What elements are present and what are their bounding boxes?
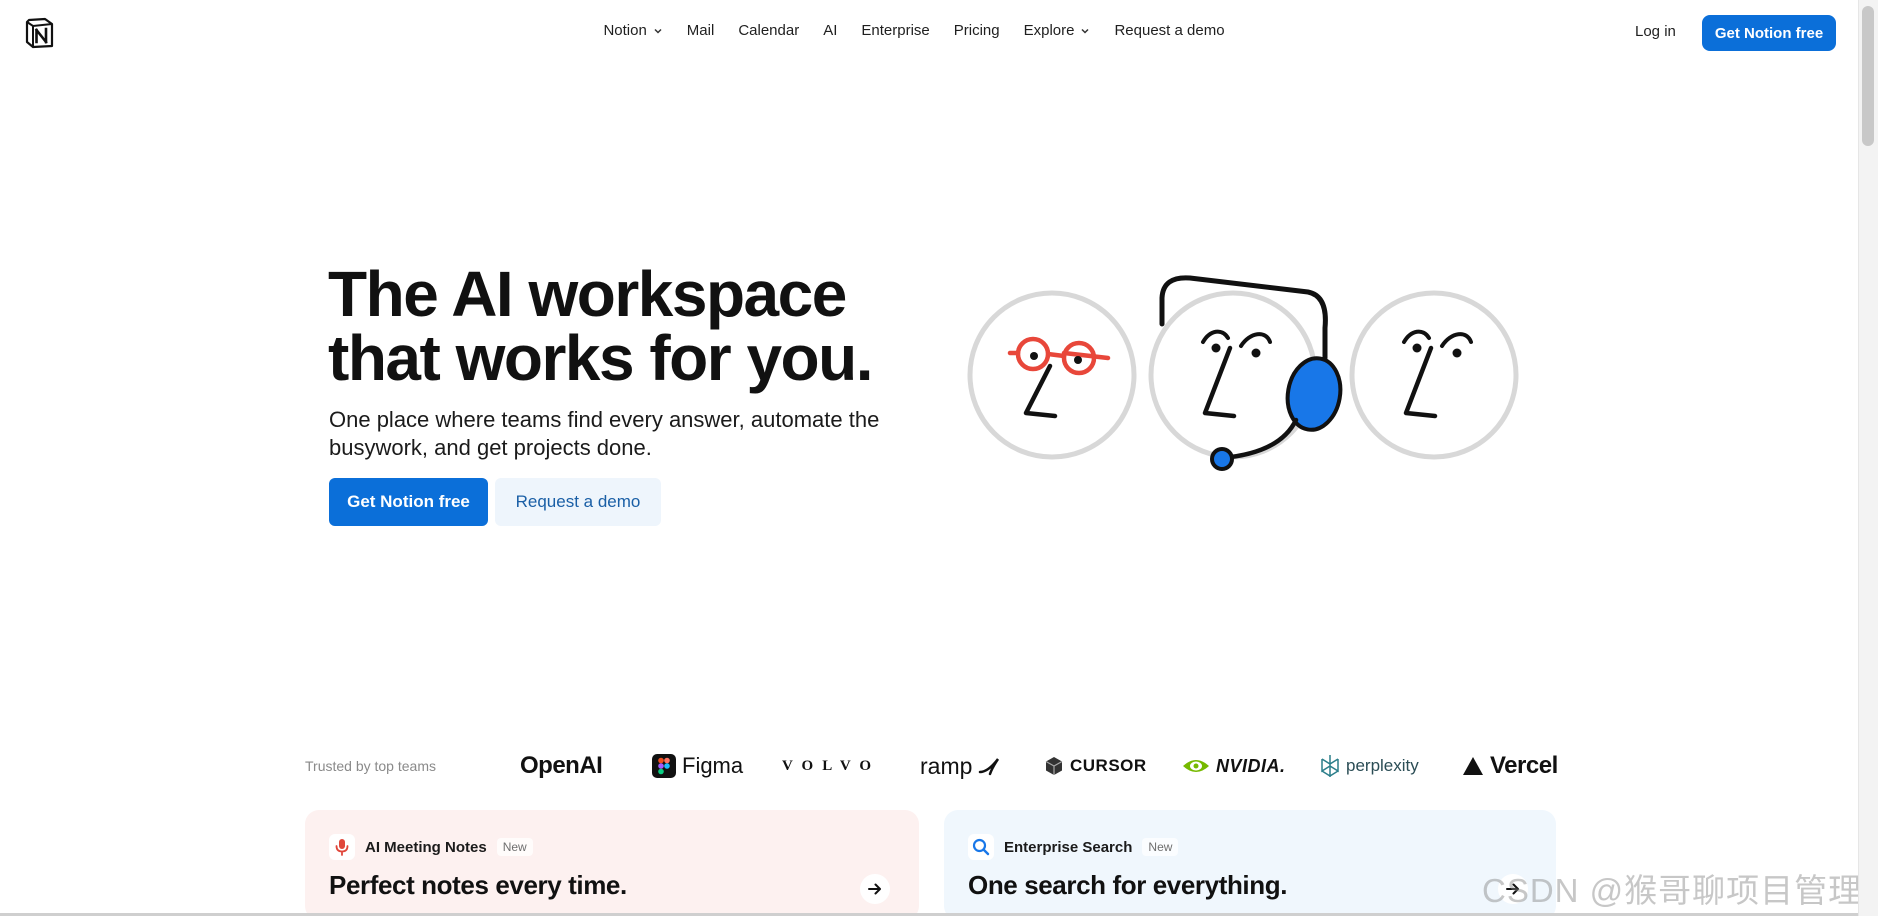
figma-icon	[652, 754, 676, 778]
microphone-icon	[329, 834, 355, 860]
nav-item-mail[interactable]: Mail	[687, 22, 715, 39]
hero-title-line-2: that works for you.	[328, 322, 874, 394]
nav-item-label: Explore	[1023, 22, 1075, 39]
cursor-cube-icon	[1045, 757, 1063, 775]
csdn-watermark: CSDN @猴哥聊项目管理	[1482, 872, 1863, 909]
ramp-logo: ramp	[920, 748, 1000, 784]
arrow-right-icon[interactable]	[860, 874, 890, 904]
nav-item-label: Pricing	[953, 22, 1000, 39]
nav-item-notion[interactable]: Notion	[603, 22, 662, 39]
nav-item-ai[interactable]: AI	[823, 22, 837, 39]
nav-item-request-demo[interactable]: Request a demo	[1114, 22, 1224, 39]
brand-name: Figma	[682, 753, 744, 778]
search-icon	[968, 834, 994, 860]
nav-item-label: Mail	[686, 22, 715, 39]
vercel-logo: Vercel	[1462, 748, 1558, 784]
face-with-headset	[1148, 275, 1343, 471]
nav-item-label: Notion	[603, 22, 647, 39]
face-plain	[1349, 290, 1519, 460]
card-header: AI Meeting Notes New	[329, 834, 533, 860]
cursor-logo: CURSOR	[1044, 748, 1147, 784]
nav-item-enterprise[interactable]: Enterprise	[861, 22, 929, 39]
hero-subtitle: One place where teams find every answer,…	[329, 407, 880, 460]
perplexity-logo: perplexity	[1320, 748, 1419, 784]
openai-logo: OpenAI	[520, 748, 603, 784]
vercel-triangle-icon	[1463, 757, 1483, 775]
nav-links: Notion Mail Calendar AI Enterprise Prici…	[0, 22, 1858, 39]
new-badge: New	[496, 838, 533, 856]
nav-item-pricing[interactable]: Pricing	[954, 22, 1000, 39]
nav-item-calendar[interactable]: Calendar	[738, 22, 799, 39]
scrollbar-thumb[interactable]	[1862, 6, 1874, 146]
nav-item-label: Request a demo	[1114, 22, 1225, 39]
chevron-down-icon	[654, 28, 662, 34]
nvidia-logo: NVIDIA.	[1182, 748, 1286, 784]
figma-logo: Figma	[652, 748, 743, 784]
trusted-by-label: Trusted by top teams	[305, 758, 436, 774]
login-link[interactable]: Log in	[1635, 23, 1676, 40]
nav-item-label: Enterprise	[861, 22, 930, 39]
nav-item-explore[interactable]: Explore	[1024, 22, 1091, 39]
brand-name: perplexity	[1346, 756, 1419, 775]
ai-meeting-notes-card[interactable]: AI Meeting Notes New Perfect notes every…	[305, 810, 919, 916]
brand-name: NVIDIA.	[1216, 755, 1286, 776]
card-label: Enterprise Search	[1004, 838, 1133, 856]
enterprise-search-card[interactable]: Enterprise Search New One search for eve…	[944, 810, 1556, 916]
ramp-icon	[979, 758, 1000, 776]
brand-name: OpenAI	[520, 752, 603, 779]
get-notion-free-button[interactable]: Get Notion free	[1702, 15, 1836, 51]
nav-item-label: AI	[823, 22, 838, 39]
hero-faces-illustration	[967, 275, 1519, 471]
nvidia-eye-icon	[1183, 760, 1209, 772]
brand-name: ramp	[920, 752, 973, 779]
brand-name: Vercel	[1490, 752, 1558, 779]
nav-item-label: Calendar	[738, 22, 800, 39]
top-navigation: Notion Mail Calendar AI Enterprise Prici…	[0, 0, 1858, 66]
brand-name: CURSOR	[1070, 756, 1147, 775]
chevron-down-icon	[1081, 28, 1089, 34]
new-badge: New	[1142, 838, 1179, 856]
card-header: Enterprise Search New	[968, 834, 1179, 860]
customer-logos: OpenAI Figma VOLVO ramp CURSOR NVIDIA. p…	[520, 748, 1560, 784]
face-with-glasses	[967, 290, 1137, 460]
card-title: Perfect notes every time.	[329, 870, 627, 900]
hero-request-demo-button[interactable]: Request a demo	[495, 478, 661, 526]
hero-get-notion-free-button[interactable]: Get Notion free	[329, 478, 488, 526]
brand-name: VOLVO	[782, 757, 881, 774]
card-label: AI Meeting Notes	[365, 838, 487, 856]
perplexity-icon	[1321, 755, 1339, 777]
hero-title-line-1: The AI workspace	[328, 258, 847, 330]
hero-title: The AI workspace that works for you.	[328, 262, 948, 390]
card-title: One search for everything.	[968, 870, 1288, 900]
volvo-logo: VOLVO	[782, 748, 880, 784]
